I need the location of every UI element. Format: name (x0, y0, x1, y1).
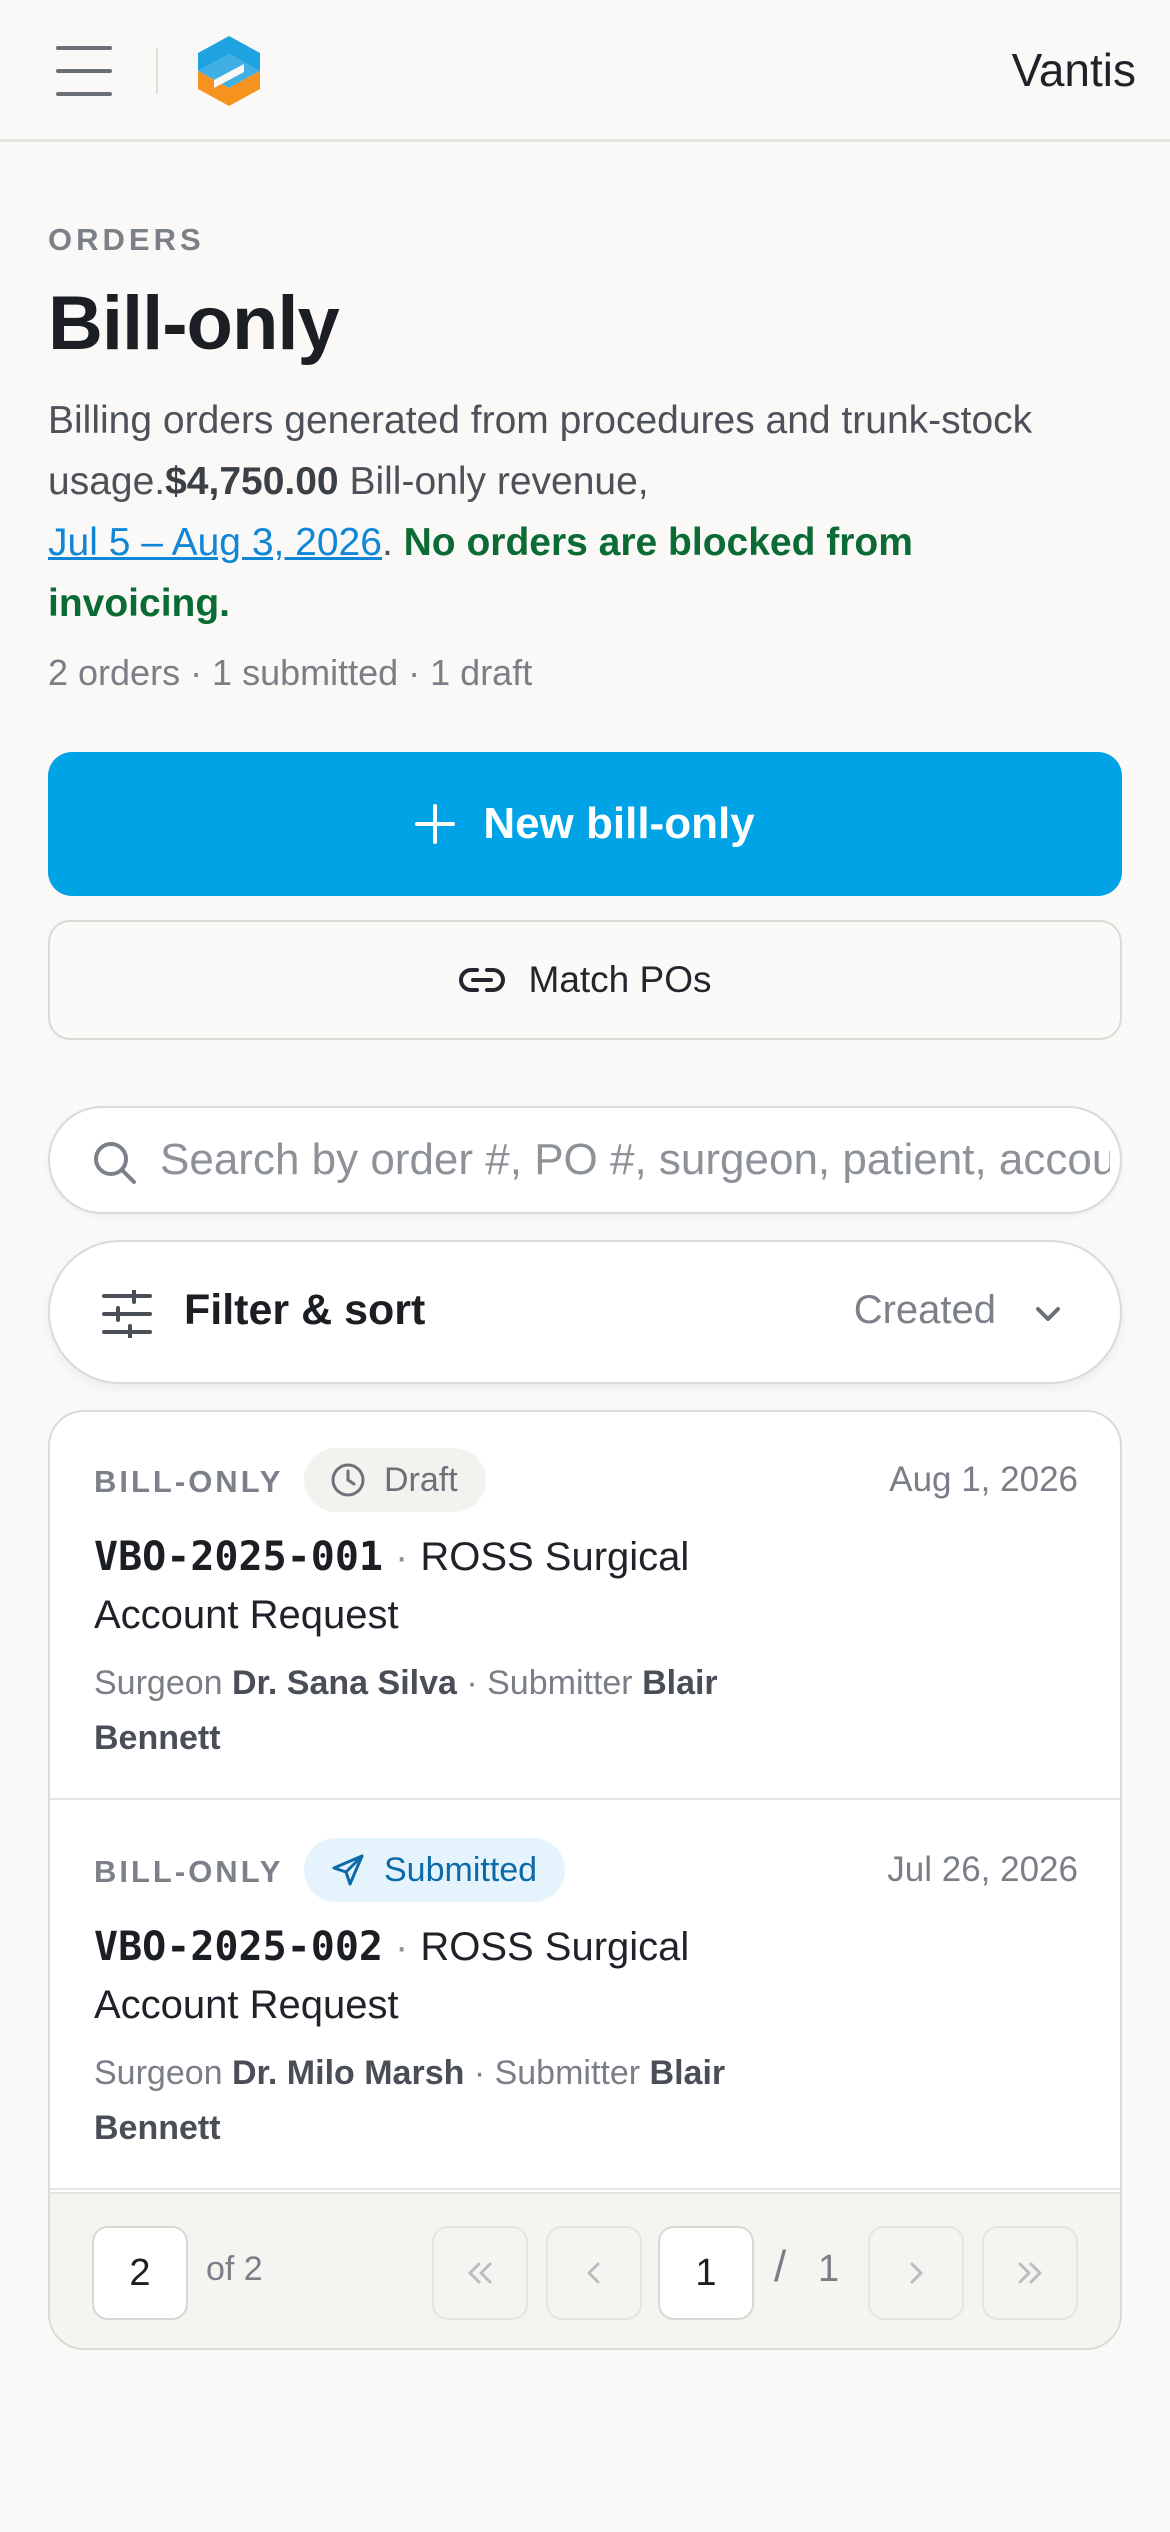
first-page-button[interactable] (432, 2226, 528, 2320)
orders-list: BILL-ONLY Draft Aug 1, 2026 VBO-2025-001… (48, 1410, 1122, 2350)
filter-sort-button[interactable]: Filter & sort Created (48, 1240, 1122, 1384)
chevron-down-icon (1036, 1307, 1060, 1321)
surgeon-label: Surgeon (94, 2054, 223, 2092)
top-bar: Vantis (0, 0, 1170, 142)
page-title: Bill-only (48, 281, 340, 366)
submitter-label: Submitter (487, 1664, 633, 1702)
chevron-right-icon (910, 2262, 923, 2284)
order-row[interactable]: BILL-ONLY Draft Aug 1, 2026 VBO-2025-001… (50, 1412, 1120, 1800)
status-text: Draft (384, 1460, 458, 1499)
order-meta: Surgeon Dr. Milo Marsh · Submitter Blair… (94, 2054, 726, 2147)
brand-name: Vantis (1011, 44, 1136, 96)
double-chevron-left-icon (468, 2262, 492, 2284)
menu-icon[interactable] (56, 46, 112, 96)
status-text: Submitted (384, 1850, 538, 1889)
status-badge: Draft (304, 1448, 486, 1512)
order-type-label: BILL-ONLY (94, 1854, 284, 1889)
order-title: VBO-2025-002 · ROSS Surgical Account Reque… (94, 1924, 690, 2027)
section-eyebrow: ORDERS (48, 222, 205, 257)
surgeon-label: Surgeon (94, 1664, 223, 1702)
order-type-label: BILL-ONLY (94, 1464, 284, 1499)
order-title: VBO-2025-001 · ROSS Surgical Account Reque… (94, 1534, 690, 1637)
last-page-button[interactable] (982, 2226, 1078, 2320)
new-bill-only-label: New bill-only (483, 799, 755, 848)
surgeon-name: Dr. Sana Silva (232, 1664, 457, 1702)
submitter-label: Submitter (494, 2054, 641, 2092)
page-description: Billing orders generated from procedures… (48, 390, 1068, 634)
new-bill-only-button[interactable]: New bill-only (48, 752, 1122, 896)
double-chevron-right-icon (1018, 2262, 1042, 2284)
order-meta: Surgeon Dr. Sana Silva · Submitter Blair… (94, 1664, 718, 1757)
order-counts: 2 orders · 1 submitted · 1 draft (48, 652, 533, 693)
send-icon (332, 1854, 364, 1886)
plus-icon (415, 804, 456, 844)
sliders-icon (102, 1290, 152, 1338)
search-icon (94, 1142, 136, 1184)
revenue-label: Bill-only revenue, (338, 460, 649, 503)
order-code: VBO-2025-001 (94, 1534, 383, 1580)
chevron-left-icon (587, 2262, 600, 2284)
search-box (48, 1106, 1122, 1214)
next-page-button[interactable] (868, 2226, 964, 2320)
order-date: Aug 1, 2026 (889, 1460, 1078, 1499)
order-code: VBO-2025-002 (94, 1924, 383, 1970)
prev-page-button[interactable] (546, 2226, 642, 2320)
clock-icon (331, 1463, 365, 1497)
surgeon-name: Dr. Milo Marsh (232, 2054, 465, 2092)
match-pos-button[interactable]: Match POs (48, 920, 1122, 1040)
filter-sort-label: Filter & sort (184, 1286, 426, 1334)
page-size-select[interactable]: 2 (92, 2226, 188, 2320)
search-input[interactable] (160, 1108, 1110, 1212)
app-logo[interactable] (194, 34, 264, 108)
divider (156, 48, 158, 94)
status-badge: Submitted (304, 1838, 566, 1902)
current-page-input[interactable]: 1 (658, 2226, 754, 2320)
order-date: Jul 26, 2026 (887, 1850, 1078, 1889)
link-icon (458, 968, 505, 992)
date-range-link[interactable]: Jul 5 – Aug 3, 2026 (48, 521, 382, 564)
pagination: 2 of 2 1 / 1 (50, 2192, 1120, 2348)
sort-value: Created (853, 1288, 996, 1332)
match-pos-label: Match POs (528, 959, 712, 1000)
date-period: . (381, 521, 393, 564)
total-pages: 1 (818, 2248, 840, 2290)
page-separator: / (774, 2242, 787, 2291)
revenue-amount: $4,750.00 (165, 460, 339, 503)
order-row[interactable]: BILL-ONLY Submitted Jul 26, 2026 VBO-202… (50, 1802, 1120, 2190)
page-size-total: of 2 (206, 2250, 263, 2288)
